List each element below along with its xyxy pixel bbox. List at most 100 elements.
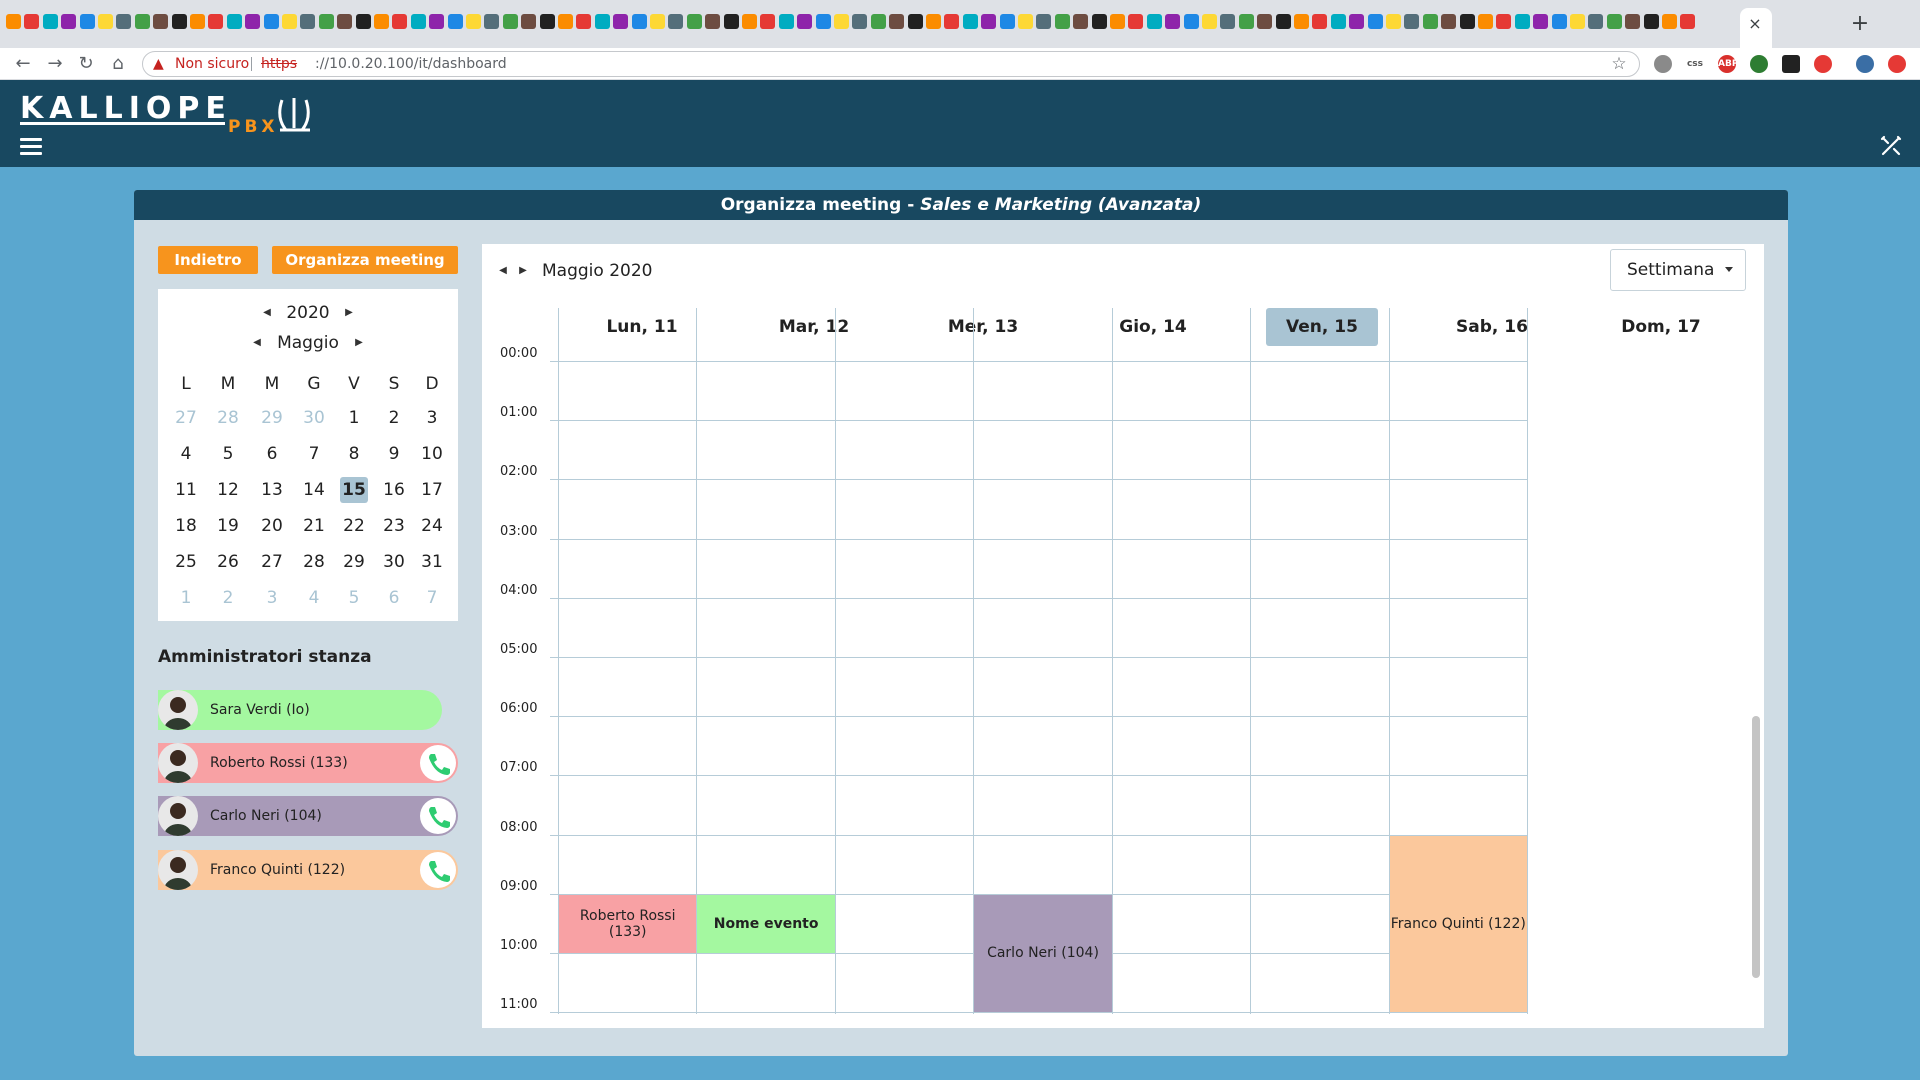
mini-calendar-day[interactable]: 12 bbox=[210, 477, 246, 503]
tab-favicon[interactable] bbox=[1220, 14, 1236, 29]
tab-favicon[interactable] bbox=[1054, 14, 1070, 29]
tab-favicon[interactable] bbox=[1367, 14, 1383, 29]
tab-favicon[interactable] bbox=[1514, 14, 1530, 29]
mini-calendar-day[interactable]: 16 bbox=[376, 477, 412, 503]
tab-favicon[interactable] bbox=[1349, 14, 1365, 29]
reload-icon[interactable]: ↻ bbox=[73, 51, 99, 77]
calendar-event[interactable]: Franco Quinti (122) bbox=[1389, 835, 1527, 1013]
mini-calendar-day[interactable]: 5 bbox=[210, 441, 246, 467]
tab-favicon[interactable] bbox=[1146, 14, 1162, 29]
tab-favicon[interactable] bbox=[686, 14, 702, 29]
tab-favicon[interactable] bbox=[318, 14, 334, 29]
tab-favicon[interactable] bbox=[944, 14, 960, 29]
tab-favicon[interactable] bbox=[1404, 14, 1420, 29]
tab-favicon[interactable] bbox=[6, 14, 21, 29]
calendar-scrollbar[interactable] bbox=[1752, 716, 1760, 978]
tab-favicon[interactable] bbox=[1183, 14, 1199, 29]
mini-calendar-day[interactable]: 7 bbox=[296, 441, 332, 467]
tab-favicon[interactable] bbox=[742, 14, 757, 29]
tab-favicon[interactable] bbox=[1496, 14, 1512, 29]
mini-calendar-day[interactable]: 31 bbox=[414, 549, 450, 575]
week-next-icon[interactable]: ▶ bbox=[516, 261, 530, 281]
tab-favicon[interactable] bbox=[815, 14, 831, 29]
mini-calendar-day[interactable]: 30 bbox=[376, 549, 412, 575]
month-next-icon[interactable]: ▶ bbox=[352, 333, 366, 353]
tab-favicon[interactable] bbox=[484, 14, 500, 29]
tab-favicon[interactable] bbox=[134, 14, 150, 29]
tab-favicon[interactable] bbox=[116, 14, 132, 29]
mini-calendar-day[interactable]: 20 bbox=[254, 513, 290, 539]
tab-favicon[interactable] bbox=[171, 14, 187, 29]
tab-favicon[interactable] bbox=[576, 14, 592, 29]
extension-opera-icon[interactable] bbox=[1814, 55, 1832, 73]
tab-favicon[interactable] bbox=[1275, 14, 1291, 29]
mini-calendar-day[interactable]: 18 bbox=[168, 513, 204, 539]
tab-favicon[interactable] bbox=[355, 14, 371, 29]
tab-favicon[interactable] bbox=[392, 14, 408, 29]
week-prev-icon[interactable]: ◀ bbox=[496, 261, 510, 281]
new-tab-button[interactable]: + bbox=[1846, 10, 1874, 38]
tab-favicon[interactable] bbox=[834, 14, 849, 29]
tab-favicon[interactable] bbox=[1312, 14, 1328, 29]
calendar-event[interactable]: Nome evento bbox=[697, 894, 835, 953]
menu-hamburger-icon[interactable] bbox=[20, 138, 42, 156]
day-header[interactable]: Dom, 17 bbox=[1605, 308, 1717, 346]
tab-favicon[interactable] bbox=[981, 14, 997, 29]
tab-favicon[interactable] bbox=[1036, 14, 1052, 29]
tab-favicon[interactable] bbox=[760, 14, 776, 29]
mini-calendar-day[interactable]: 10 bbox=[414, 441, 450, 467]
month-prev-icon[interactable]: ◀ bbox=[250, 333, 264, 353]
admin-row[interactable]: Sara Verdi (Io) bbox=[158, 690, 442, 730]
mini-calendar-day[interactable]: 30 bbox=[296, 405, 332, 431]
mini-calendar-day[interactable]: 27 bbox=[168, 405, 204, 431]
call-button[interactable] bbox=[420, 798, 456, 834]
tab-favicon[interactable] bbox=[1073, 14, 1089, 29]
home-icon[interactable]: ⌂ bbox=[105, 51, 131, 77]
mini-calendar-day[interactable]: 1 bbox=[168, 585, 204, 611]
tab-favicon[interactable] bbox=[539, 14, 555, 29]
admin-row[interactable]: Carlo Neri (104) bbox=[158, 796, 458, 836]
tab-favicon[interactable] bbox=[1533, 14, 1549, 29]
mini-calendar-day[interactable]: 2 bbox=[376, 405, 412, 431]
mini-calendar-day[interactable]: 11 bbox=[168, 477, 204, 503]
tab-favicon[interactable] bbox=[1643, 14, 1659, 29]
tab-favicon[interactable] bbox=[797, 14, 813, 29]
tab-favicon[interactable] bbox=[1551, 14, 1567, 29]
extension-badge-icon[interactable] bbox=[1782, 55, 1800, 73]
mini-calendar-day[interactable]: 8 bbox=[336, 441, 372, 467]
close-tab-icon[interactable]: × bbox=[1744, 13, 1766, 35]
mini-calendar-today[interactable]: 15 bbox=[340, 477, 368, 503]
tab-favicon[interactable] bbox=[1680, 14, 1696, 29]
tab-favicon[interactable] bbox=[1570, 14, 1585, 29]
address-bar[interactable]: ▲ Non sicuro https ://10.0.20.100/it/das… bbox=[142, 51, 1640, 77]
tab-favicon[interactable] bbox=[1422, 14, 1438, 29]
tab-favicon[interactable] bbox=[889, 14, 905, 29]
tab-favicon[interactable] bbox=[1294, 14, 1309, 29]
tab-favicon[interactable] bbox=[521, 14, 537, 29]
tab-favicon[interactable] bbox=[1110, 14, 1125, 29]
tab-favicon[interactable] bbox=[1165, 14, 1181, 29]
mini-calendar-day[interactable]: 2 bbox=[210, 585, 246, 611]
tab-favicon[interactable] bbox=[962, 14, 978, 29]
view-select[interactable]: Settimana bbox=[1610, 249, 1746, 291]
bookmark-star-icon[interactable]: ☆ bbox=[1607, 52, 1631, 76]
tab-favicon[interactable] bbox=[374, 14, 389, 29]
admin-row[interactable]: Franco Quinti (122) bbox=[158, 850, 458, 890]
mini-calendar-day[interactable]: 6 bbox=[254, 441, 290, 467]
tab-favicon[interactable] bbox=[1330, 14, 1346, 29]
tab-favicon[interactable] bbox=[1625, 14, 1641, 29]
tab-favicon[interactable] bbox=[907, 14, 923, 29]
mini-calendar-day[interactable]: 17 bbox=[414, 477, 450, 503]
tab-favicon[interactable] bbox=[337, 14, 353, 29]
extension-css-icon[interactable]: css bbox=[1686, 55, 1704, 73]
tab-favicon[interactable] bbox=[190, 14, 205, 29]
admin-row[interactable]: Roberto Rossi (133) bbox=[158, 743, 458, 783]
tab-favicon[interactable] bbox=[98, 14, 113, 29]
tab-favicon[interactable] bbox=[1386, 14, 1401, 29]
not-secure-label[interactable]: Non sicuro bbox=[175, 52, 249, 76]
mini-calendar-day[interactable]: 4 bbox=[168, 441, 204, 467]
tab-favicon[interactable] bbox=[24, 14, 40, 29]
extension-red-icon[interactable] bbox=[1888, 55, 1906, 73]
mini-calendar-day[interactable]: 7 bbox=[414, 585, 450, 611]
tab-favicon[interactable] bbox=[61, 14, 77, 29]
